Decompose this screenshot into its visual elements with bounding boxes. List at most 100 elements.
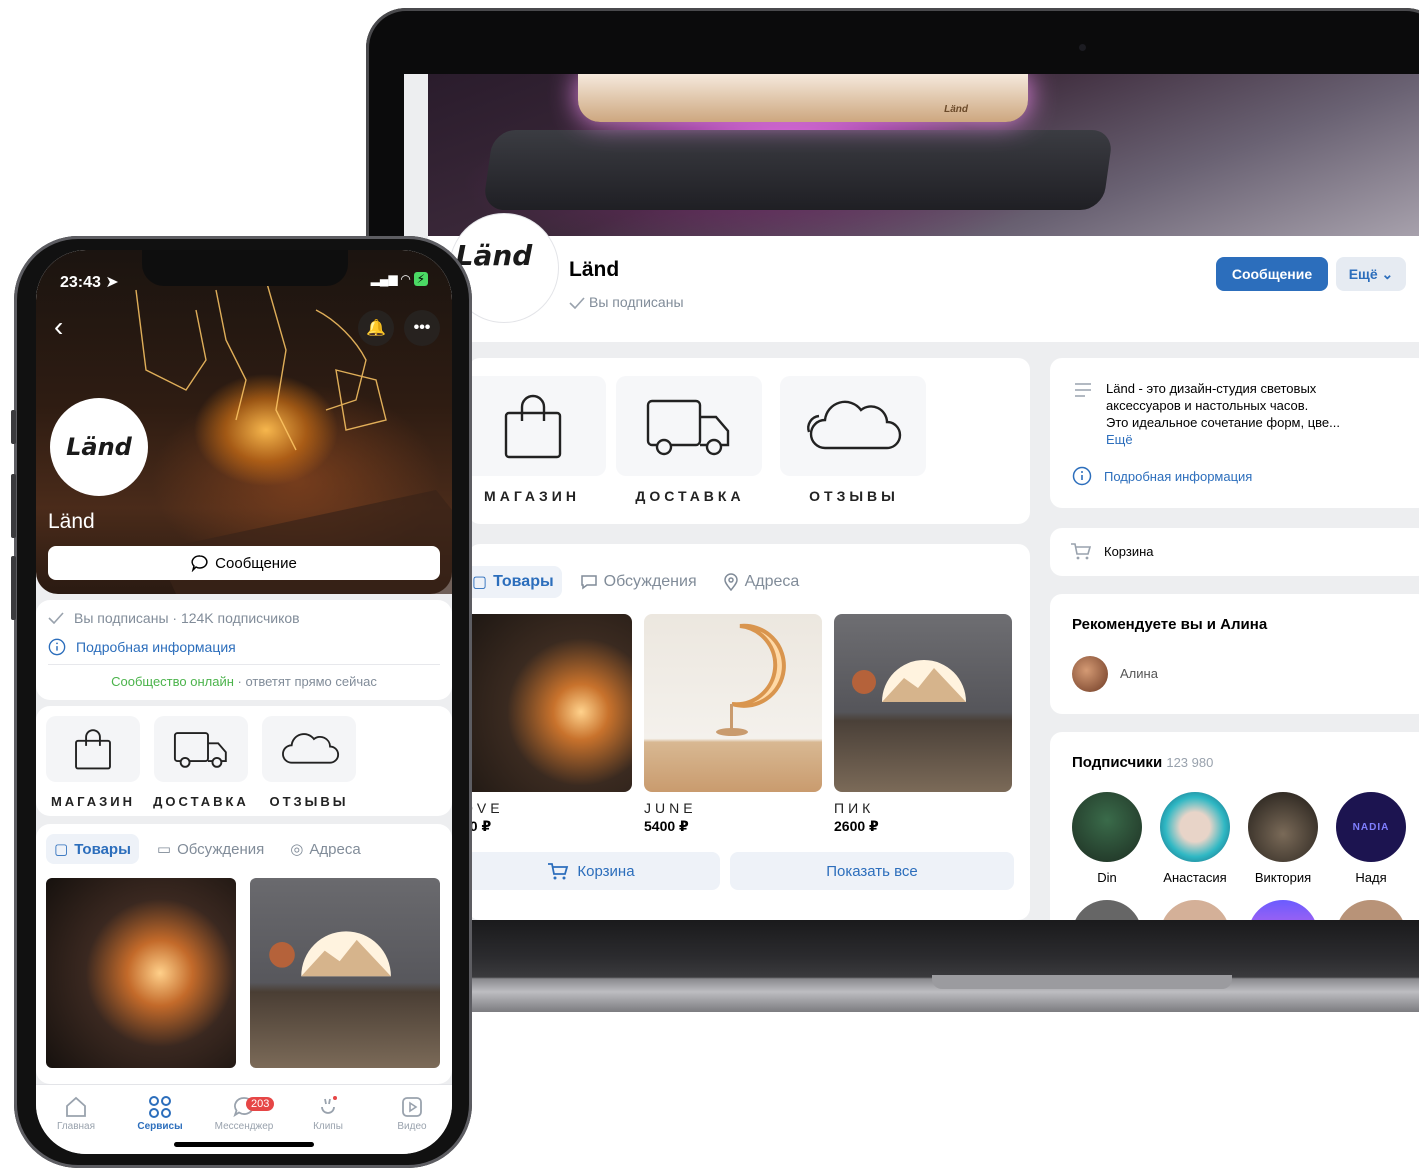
status-icons: ▂▄▆ ◠ ⚡ [371,272,428,286]
about-more-link[interactable]: Ещё [1106,431,1340,448]
phone-volume-down [11,556,16,620]
cart-card[interactable]: Корзина [1050,528,1419,576]
more-options-icon[interactable]: ••• [404,310,440,346]
mobile-product-image[interactable] [46,878,236,1068]
subscribed-status[interactable]: Вы подписаны [569,294,684,310]
laptop-base [380,920,1419,1012]
tabbar-clips[interactable]: Клипы [288,1093,368,1132]
home-indicator [174,1142,314,1147]
services-icon [149,1096,171,1118]
subscribers-header[interactable]: Подписчики 123 980 [1072,754,1213,771]
friend-name[interactable]: Алина [1120,666,1158,681]
subscriber-name[interactable]: Din [1072,870,1142,885]
product-name-pik: ПИК [834,800,875,816]
text-lines-icon [1075,383,1091,397]
about-line-2: аксессуаров и настольных часов. [1106,398,1309,413]
service-reviews-tile[interactable] [780,376,926,476]
phone-volume-up [11,474,16,538]
tab-addresses[interactable]: Адреса [715,567,808,597]
mobile-details-link[interactable]: Подробная информация [48,638,236,656]
bag-icon: ▢ [472,574,488,591]
online-suffix: · ответят прямо сейчас [233,674,377,689]
mobile-tab-addresses[interactable]: ◎ Адреса [282,834,368,864]
mobile-tab-goods-label: Товары [74,840,131,858]
cart-icon [548,863,569,880]
subscriber-avatar[interactable] [1072,900,1142,920]
check-icon [569,297,585,310]
product-image-pik[interactable] [834,614,1012,792]
battery-icon: ⚡ [413,272,428,286]
recommend-title: Рекомендуете вы и Алина [1072,616,1268,633]
subscriber-avatar[interactable] [1160,900,1230,920]
subscriber-name[interactable]: Виктория [1242,870,1324,885]
phone-mute-switch [11,410,16,444]
cart-button[interactable]: Корзина [462,852,720,890]
mountain-lamp-shape [269,931,391,977]
notification-bell-icon[interactable]: 🔔 [358,310,394,346]
phone-notch [142,250,348,286]
subscriber-name[interactable]: Надя [1336,870,1406,885]
mobile-tab-discussions[interactable]: ▭ Обсуждения [149,834,272,864]
mobile-service-reviews[interactable] [262,716,356,782]
subscriber-avatar[interactable] [1248,900,1318,920]
tab-goods[interactable]: ▢ Товары [464,566,562,598]
service-reviews-label: ОТЗЫВЫ [809,488,899,504]
service-delivery-tile[interactable] [616,376,762,476]
message-button[interactable]: Сообщение [1216,257,1328,291]
mobile-tab-goods[interactable]: ▢ Товары [46,834,139,864]
mobile-product-image[interactable] [250,878,440,1068]
show-all-button[interactable]: Показать все [730,852,1014,890]
details-link-label: Подробная информация [1104,468,1253,484]
subscriber-avatar[interactable] [1072,792,1142,862]
laptop-camera [1079,44,1086,51]
chat-icon: ▭ [156,841,172,858]
tab-discussions-label: Обсуждения [603,573,697,590]
chat-bubble-icon [191,555,208,572]
truck-icon [173,732,227,768]
more-button[interactable]: Ещё ⌄ [1336,257,1406,291]
tabbar-home[interactable]: Главная [36,1093,116,1132]
goods-card: ▢ Товары Обсуждения Адреса OVE 00 ₽ JUNE … [462,544,1030,920]
service-shop-tile[interactable] [460,376,606,476]
tabbar-services[interactable]: Сервисы [120,1093,200,1132]
about-text: Länd - это дизайн-студия световых аксесс… [1106,380,1340,448]
mobile-message-button[interactable]: Сообщение [48,546,440,580]
status-time-label: 23:43 [60,274,101,291]
mobile-community-avatar[interactable]: Länd [50,398,148,496]
subscriber-avatar[interactable] [1336,900,1406,920]
subscriber-avatar[interactable] [1248,792,1318,862]
mobile-info-card: Вы подписаны · 124K подписчиков Подробна… [36,600,452,700]
online-label: Сообщество онлайн [111,674,234,689]
subscriber-avatar[interactable]: NADIA [1336,792,1406,862]
mobile-tab-discussions-label: Обсуждения [177,840,265,858]
show-all-label: Показать все [826,862,918,880]
friend-avatar[interactable] [1072,656,1108,692]
about-card: Länd - это дизайн-студия световых аксесс… [1050,358,1419,508]
mobile-service-delivery[interactable] [154,716,248,782]
mobile-subscribed-row[interactable]: Вы подписаны · 124K подписчиков [48,610,300,626]
mobile-goods-card: ▢ Товары ▭ Обсуждения ◎ Адреса [36,824,452,1084]
product-image-ove[interactable] [462,614,632,792]
cart-outline-icon [1071,543,1092,560]
mobile-service-delivery-label: ДОСТАВКА [153,794,249,809]
tabbar-video[interactable]: Видео [372,1093,452,1132]
truck-icon [646,399,730,456]
mobile-service-shop[interactable] [46,716,140,782]
tabbar-messenger-label: Мессенджер [214,1121,274,1132]
chat-icon [580,575,597,590]
tab-discussions[interactable]: Обсуждения [572,567,705,597]
details-link[interactable]: Подробная информация [1072,466,1252,486]
back-icon[interactable]: ‹ [54,312,74,342]
subscriber-avatar[interactable] [1160,792,1230,862]
cart-button-label: Корзина [577,862,635,880]
lamp-logo-text: Länd [944,104,968,115]
subscriber-name[interactable]: Анастасия [1152,870,1238,885]
desktop-community-page: Länd Länd Länd Вы подписаны Сообщение Ещ… [404,74,1419,920]
mobile-community-name: Länd [48,510,95,533]
product-image-june[interactable] [644,614,822,792]
product-price-june: 5400 ₽ [644,818,689,834]
tabbar-messenger[interactable]: 203 Мессенджер [204,1093,284,1132]
signal-icon: ▂▄▆ [370,272,398,286]
shopping-bag-icon [504,394,562,459]
services-card: МАГАЗИН ДОСТАВКА ОТЗЫВЫ [460,358,1030,524]
